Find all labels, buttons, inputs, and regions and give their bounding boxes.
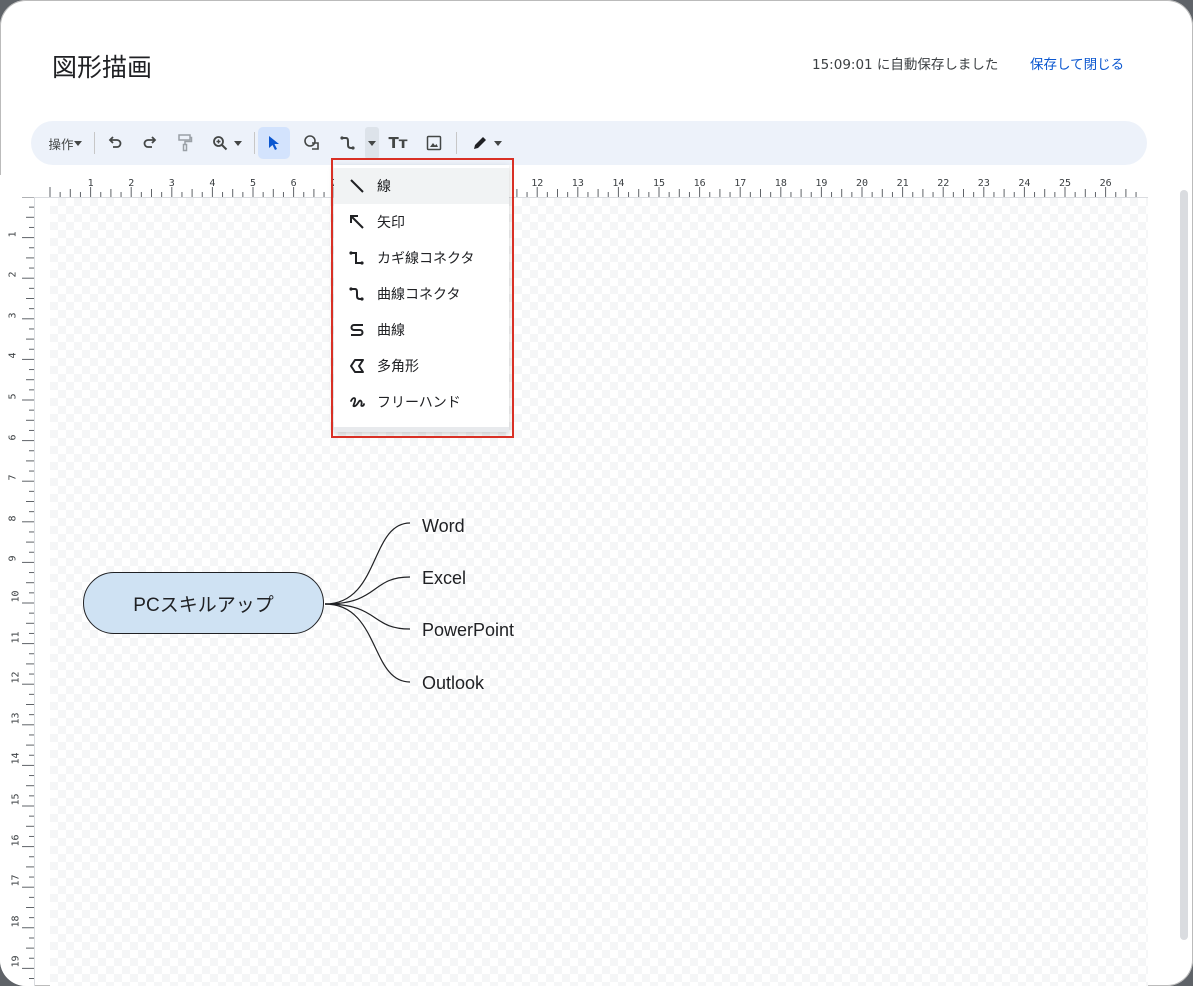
ruler-number: 12	[10, 671, 22, 684]
ruler-number: 17	[10, 874, 22, 887]
zoom-icon	[213, 136, 228, 151]
ruler-number: 10	[10, 590, 22, 603]
ruler-number: 15	[10, 793, 22, 806]
ruler-number: 14	[612, 178, 625, 189]
select-tool-button[interactable]	[258, 127, 290, 159]
ruler-number: 11	[10, 631, 22, 644]
shape-tool-button[interactable]	[298, 121, 326, 165]
ruler-number: 6	[7, 434, 19, 441]
center-node-label: PCスキルアップ	[133, 594, 274, 616]
toolbar-divider	[254, 132, 255, 154]
ruler-number: 25	[1059, 178, 1072, 189]
ruler-number: 7	[7, 474, 19, 481]
branch-label-outlook[interactable]: Outlook	[422, 673, 484, 694]
ruler-number: 19	[10, 955, 22, 968]
paint-format-button[interactable]	[173, 121, 197, 165]
ruler-number: 14	[10, 752, 22, 765]
dropdown-arrow-icon	[494, 140, 502, 146]
dropdown-arrow-icon	[73, 140, 82, 146]
pencil-icon	[474, 137, 486, 149]
text-box-icon: Tт	[388, 134, 408, 152]
ruler-number: 3	[7, 312, 19, 319]
zoom-button[interactable]	[207, 121, 247, 165]
branch-label-excel[interactable]: Excel	[422, 568, 466, 589]
ruler-number: 9	[7, 555, 19, 562]
ruler-number: 20	[856, 178, 869, 189]
ruler-number: 1	[7, 231, 19, 238]
save-and-close-button[interactable]: 保存して閉じる	[1030, 53, 1124, 73]
mindmap-center-node[interactable]: PCスキルアップ	[83, 572, 324, 634]
ruler-number: 19	[815, 178, 828, 189]
ruler-number: 13	[571, 178, 584, 189]
ruler-number: 5	[250, 178, 257, 189]
ruler-number: 1	[87, 178, 94, 189]
ruler-number: 18	[774, 178, 787, 189]
cursor-arrow-icon	[269, 136, 279, 150]
ruler-number: 24	[1018, 178, 1031, 189]
ruler-number: 21	[896, 178, 909, 189]
ruler-number: 16	[693, 178, 706, 189]
actions-label: 操作	[48, 136, 74, 152]
line-tool-dropdown[interactable]	[365, 127, 379, 159]
ruler-number: 16	[10, 834, 22, 847]
redo-button[interactable]	[138, 121, 162, 165]
dropdown-arrow-icon	[368, 140, 376, 146]
undo-button[interactable]	[103, 121, 127, 165]
ruler-number: 2	[128, 178, 135, 189]
ruler-number: 6	[290, 178, 297, 189]
ruler-number: 5	[7, 393, 19, 400]
vertical-ruler: 1 2 3 4 5 6 7 8 9 10 11 12 13 14 15 16 17 18 19	[0, 197, 35, 986]
horizontal-ruler: 1234567891011121314151617181920212223242…	[0, 175, 1148, 198]
dialog-title: 図形描画	[52, 53, 153, 82]
ruler-number: 12	[531, 178, 544, 189]
ruler-number: 8	[7, 515, 19, 522]
actions-menu-button[interactable]: 操作	[45, 121, 85, 165]
ruler-number: 26	[1099, 178, 1112, 189]
redo-icon	[143, 136, 157, 148]
ruler-number: 13	[10, 712, 22, 725]
toolbar-divider	[456, 132, 457, 154]
ruler-number: 15	[653, 178, 666, 189]
ruler-number: 22	[937, 178, 950, 189]
vertical-scrollbar[interactable]	[1180, 190, 1188, 940]
toolbar-divider	[94, 132, 95, 154]
undo-icon	[108, 136, 122, 148]
ruler-number: 4	[209, 178, 216, 189]
ruler-number: 23	[977, 178, 990, 189]
dropdown-arrow-icon	[234, 140, 242, 146]
highlight-box	[331, 158, 514, 438]
autosave-status: 15:09:01 に自動保存しました	[812, 57, 999, 73]
curved-connector-icon	[340, 136, 355, 150]
branch-label-powerpoint[interactable]: PowerPoint	[422, 620, 514, 641]
image-icon	[426, 135, 442, 151]
shapes-icon	[304, 135, 319, 150]
drawing-toolbar: 操作 Tт	[31, 121, 1147, 165]
ruler-number: 3	[168, 178, 175, 189]
ruler-number: 18	[10, 915, 22, 928]
paint-format-icon	[178, 134, 193, 152]
branch-label-word[interactable]: Word	[422, 516, 465, 537]
ruler-number: 2	[7, 271, 19, 278]
ruler-number: 17	[734, 178, 747, 189]
ruler-number: 4	[7, 352, 19, 359]
drawing-dialog: 図形描画 15:09:01 に自動保存しました 保存して閉じる 操作 Tт 1 …	[0, 0, 1193, 986]
